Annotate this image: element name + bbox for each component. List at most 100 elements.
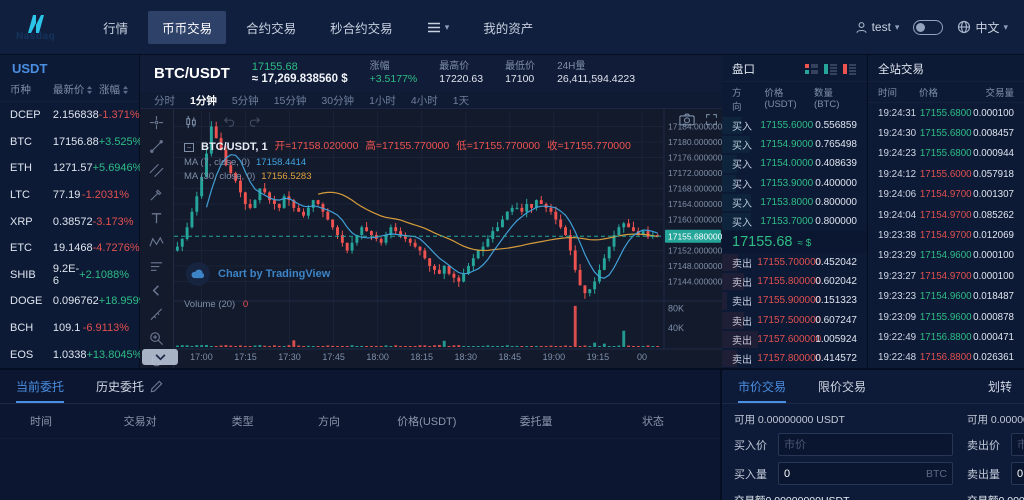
trade-amount: 0.000100 bbox=[973, 271, 1014, 282]
order-book-sell-row[interactable]: 卖出17155.7000000.452042 bbox=[722, 253, 867, 272]
coin-row-btc[interactable]: BTC17156.88+3.525% bbox=[0, 129, 139, 156]
order-book-buy-row[interactable]: 买入17155.60000.556859 bbox=[722, 116, 867, 135]
volume-value: 0 bbox=[243, 299, 248, 310]
coin-row-doge[interactable]: DOGE0.096762+18.9599% bbox=[0, 288, 139, 315]
coin-row-eth[interactable]: ETH1271.57+5.6946% bbox=[0, 155, 139, 182]
top-navbar: Nasdaq 行情币币交易合约交易秒合约交易▾我的资产 test ▾ 中文 ▾ bbox=[0, 0, 1024, 55]
order-book-buy-row[interactable]: 买入17154.90000.765498 bbox=[722, 135, 867, 154]
hide-toolbar-tool[interactable] bbox=[148, 283, 166, 298]
trade-time: 19:24:06 bbox=[878, 189, 920, 200]
eraser-tool[interactable] bbox=[148, 379, 166, 394]
app-root: Nasdaq 行情币币交易合约交易秒合约交易▾我的资产 test ▾ 中文 ▾ bbox=[0, 0, 1024, 500]
depth-bar bbox=[722, 155, 737, 172]
coin-row-shib[interactable]: SHIB9.2E-6+2.1088% bbox=[0, 262, 139, 289]
coin-row-bch[interactable]: BCH109.1-6.9113% bbox=[0, 315, 139, 342]
snapshot-camera-icon[interactable] bbox=[679, 113, 695, 126]
coin-change: -1.2031% bbox=[82, 189, 129, 201]
zoom-in-tool[interactable] bbox=[148, 331, 166, 346]
timeframe-5分钟[interactable]: 5分钟 bbox=[232, 93, 259, 108]
trade-amount: 0.000100 bbox=[973, 250, 1014, 261]
trade-amount: 0.085262 bbox=[973, 210, 1014, 221]
quote-tab-usdt[interactable]: USDT bbox=[0, 55, 139, 79]
forecast-icon bbox=[149, 259, 164, 274]
tab-trade-1[interactable]: 限价交易 bbox=[818, 370, 866, 403]
user-menu[interactable]: test ▾ bbox=[855, 20, 900, 34]
nav-item-1[interactable]: 币币交易 bbox=[148, 11, 226, 44]
buy-available-balance: 可用 0.00000000 USDT bbox=[734, 412, 953, 427]
coin-row-eos[interactable]: EOS1.0338+13.8045% bbox=[0, 341, 139, 368]
view-mode-sells-icon[interactable] bbox=[842, 63, 857, 75]
coin-row-etc[interactable]: ETC19.1468-4.7276% bbox=[0, 235, 139, 262]
buy-column: 可用 0.00000000 USDT 买入价 买入量 BTC 交易额0.0000… bbox=[734, 410, 953, 500]
brand-logo[interactable]: Nasdaq bbox=[16, 13, 55, 42]
order-book-buy-row[interactable]: 买入17154.00000.408639 bbox=[722, 154, 867, 173]
redo-icon[interactable] bbox=[248, 115, 262, 130]
tab-trade-0[interactable]: 市价交易 bbox=[738, 370, 786, 403]
sort-price-icon[interactable] bbox=[86, 85, 93, 95]
order-book-sell-row[interactable]: 卖出17155.8000000.602042 bbox=[722, 272, 867, 291]
zoom-in-icon bbox=[149, 331, 164, 346]
nav-item-2[interactable]: 合约交易 bbox=[232, 11, 310, 44]
order-book-mid-price: 17155.68 ≈ $ bbox=[722, 231, 867, 253]
timeframe-分时[interactable]: 分时 bbox=[154, 93, 175, 108]
coin-change: -3.173% bbox=[93, 216, 134, 228]
chart-canvas[interactable]: 17:0017:1517:3017:4518:0018:1518:3018:45… bbox=[174, 109, 722, 368]
forecast-tool[interactable] bbox=[148, 259, 166, 274]
candle-style-icon[interactable] bbox=[180, 112, 210, 133]
stat-high: 最高价 17220.63 bbox=[439, 61, 483, 87]
nav-item-0[interactable]: 行情 bbox=[89, 11, 142, 44]
order-book-buy-row[interactable]: 买入17153.80000.800000 bbox=[722, 193, 867, 212]
depth-bar bbox=[722, 194, 751, 211]
coin-row-xrp[interactable]: XRP0.38572-3.173% bbox=[0, 208, 139, 235]
coin-row-ltc[interactable]: LTC77.19-1.2031% bbox=[0, 182, 139, 209]
fullscreen-icon[interactable] bbox=[705, 113, 718, 126]
depth-bar bbox=[722, 254, 738, 271]
toolbar-collapse-button[interactable] bbox=[142, 349, 178, 365]
order-book-sell-row[interactable]: 卖出17157.5000000.607247 bbox=[722, 311, 867, 330]
nav-item-3[interactable]: 秒合约交易 bbox=[316, 11, 407, 44]
crosshair-tool[interactable] bbox=[148, 115, 166, 130]
buy-amount-input[interactable] bbox=[784, 463, 926, 484]
order-book-sell-row[interactable]: 卖出17157.8000000.414572 bbox=[722, 349, 867, 368]
pattern-tool[interactable] bbox=[148, 235, 166, 250]
channel-tool[interactable] bbox=[148, 163, 166, 178]
sell-price-input[interactable] bbox=[1011, 433, 1024, 456]
order-book-buy-row[interactable]: 买入17153.90000.400000 bbox=[722, 174, 867, 193]
view-mode-both-icon[interactable] bbox=[804, 63, 819, 75]
coin-price: 19.1468 bbox=[53, 242, 93, 254]
sort-change-icon[interactable] bbox=[122, 85, 129, 95]
coin-change: +2.1088% bbox=[79, 269, 129, 281]
tab-orders-0[interactable]: 当前委托 bbox=[16, 370, 64, 403]
timeframe-30分钟[interactable]: 30分钟 bbox=[321, 93, 354, 108]
undo-icon[interactable] bbox=[222, 115, 236, 130]
ohlc-legend: − BTC/USDT, 1 开=17158.020000 高=17155.770… bbox=[184, 139, 631, 184]
timeframe-15分钟[interactable]: 15分钟 bbox=[274, 93, 307, 108]
nav-markets-menu[interactable]: ▾ bbox=[413, 15, 464, 40]
trade-time: 19:24:04 bbox=[878, 210, 920, 221]
watermark-text: Chart by TradingView bbox=[218, 268, 330, 280]
order-book-sell-row[interactable]: 卖出17157.6000001.005924 bbox=[722, 330, 867, 349]
timeframe-4小时[interactable]: 4小时 bbox=[411, 93, 438, 108]
text-tool-tool[interactable] bbox=[148, 211, 166, 226]
theme-toggle[interactable] bbox=[913, 20, 943, 35]
order-book-buy-row[interactable]: 买入17153.70000.800000 bbox=[722, 212, 867, 231]
transfer-link[interactable]: 划转 bbox=[988, 378, 1012, 395]
tab-orders-1[interactable]: 历史委托 bbox=[96, 370, 144, 403]
nav-item-5[interactable]: 我的资产 bbox=[469, 11, 547, 44]
view-mode-buys-icon[interactable] bbox=[823, 63, 838, 75]
coin-row-dcep[interactable]: DCEP2.156838-1.371% bbox=[0, 102, 139, 129]
language-menu[interactable]: 中文 ▾ bbox=[957, 19, 1008, 36]
coin-price: 0.38572 bbox=[53, 216, 93, 228]
series-toggle-icon[interactable]: − bbox=[184, 143, 194, 152]
order-book-sell-row[interactable]: 卖出17155.9000000.151323 bbox=[722, 291, 867, 310]
order-price: 17155.700000 bbox=[757, 257, 815, 268]
timeframe-1小时[interactable]: 1小时 bbox=[369, 93, 396, 108]
sell-amount-input[interactable] bbox=[1017, 463, 1024, 484]
ruler-tool[interactable] bbox=[148, 307, 166, 322]
brush-tool[interactable] bbox=[148, 187, 166, 202]
timeframe-1天[interactable]: 1天 bbox=[453, 93, 469, 108]
trend-line-tool[interactable] bbox=[148, 139, 166, 154]
timeframe-1分钟[interactable]: 1分钟 bbox=[190, 93, 217, 108]
buy-price-input[interactable] bbox=[778, 433, 953, 456]
brush-icon bbox=[149, 187, 164, 202]
